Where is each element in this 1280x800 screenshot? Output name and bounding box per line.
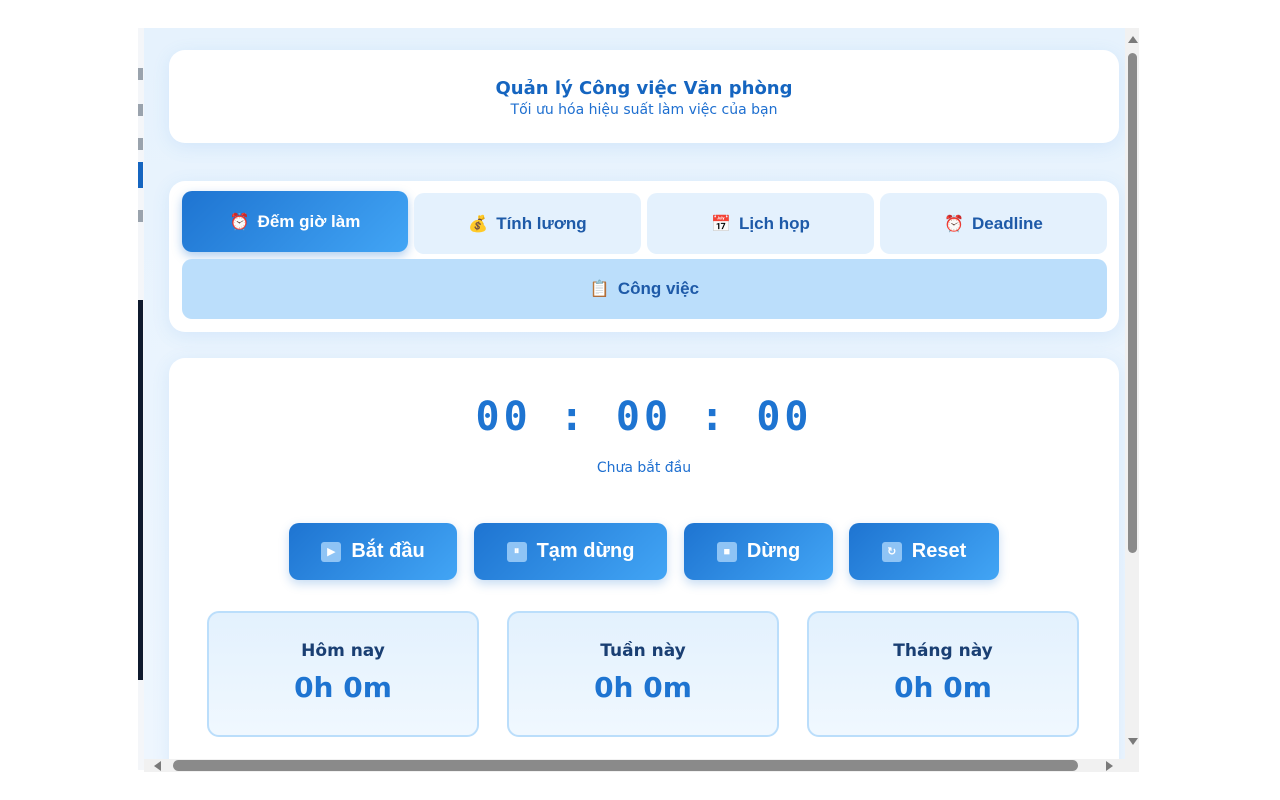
- stat-value: 0h 0m: [594, 671, 692, 704]
- vertical-scroll-thumb[interactable]: [1128, 53, 1137, 553]
- horizontal-scroll-thumb[interactable]: [173, 760, 1078, 771]
- stop-icon: ■: [716, 541, 737, 562]
- vertical-scrollbar[interactable]: [1125, 28, 1139, 760]
- scroll-left-arrow-icon[interactable]: [154, 761, 161, 771]
- scroll-down-arrow-icon[interactable]: [1128, 738, 1138, 745]
- pause-button-label: Tạm dừng: [536, 540, 635, 562]
- left-edge-accent: [138, 162, 143, 188]
- alarm-clock-icon: ⏰: [944, 215, 965, 233]
- tab-salary[interactable]: 💰 Tính lương: [414, 193, 641, 254]
- money-bag-icon: 💰: [468, 215, 489, 233]
- reset-button[interactable]: ↻ Reset: [849, 523, 999, 580]
- left-edge-mark: [138, 68, 143, 80]
- stop-button-label: Dừng: [746, 540, 801, 562]
- stat-card-week: Tuần này 0h 0m: [507, 611, 779, 737]
- refresh-icon: ↻: [881, 541, 902, 562]
- left-edge-mark: [138, 104, 143, 116]
- stat-label: Tháng này: [893, 641, 993, 661]
- stat-value: 0h 0m: [294, 671, 392, 704]
- stat-value: 0h 0m: [894, 671, 992, 704]
- app-viewport: Quản lý Công việc Văn phòng Tối ưu hóa h…: [144, 28, 1125, 759]
- left-edge-mark: [138, 138, 143, 150]
- app-subtitle: Tối ưu hóa hiệu suất làm việc của bạn: [510, 102, 778, 118]
- tab-bar: ⏰ Đếm giờ làm 💰 Tính lương 📅 Lịch họp ⏰ …: [169, 181, 1119, 332]
- reset-button-label: Reset: [911, 540, 967, 562]
- left-edge-panel: [138, 300, 143, 680]
- left-edge-mark: [138, 210, 143, 222]
- timer-panel: 00 : 00 : 00 Chưa bắt đầu ▶ Bắt đầu ⏸ Tạ…: [169, 358, 1119, 759]
- stat-card-today: Hôm nay 0h 0m: [207, 611, 479, 737]
- tab-label: Lịch họp: [739, 213, 810, 233]
- tab-label: Deadline: [972, 213, 1043, 233]
- tab-tasks[interactable]: 📋 Công việc: [182, 259, 1107, 319]
- scrollbar-corner: [1125, 759, 1139, 772]
- stop-button[interactable]: ■ Dừng: [684, 523, 833, 580]
- pause-icon: ⏸: [506, 541, 527, 562]
- horizontal-scrollbar[interactable]: [144, 759, 1125, 772]
- stat-label: Tuần này: [600, 641, 686, 661]
- play-icon: ▶: [321, 541, 342, 562]
- scroll-up-arrow-icon[interactable]: [1128, 36, 1138, 43]
- tab-label: Đếm giờ làm: [257, 211, 361, 231]
- tab-label: Công việc: [617, 279, 700, 298]
- timer-status: Chưa bắt đầu: [596, 460, 692, 476]
- start-button[interactable]: ▶ Bắt đầu: [289, 523, 457, 580]
- app-title: Quản lý Công việc Văn phòng: [495, 78, 793, 99]
- stat-card-month: Tháng này 0h 0m: [807, 611, 1079, 737]
- tab-meetings[interactable]: 📅 Lịch họp: [647, 193, 874, 254]
- app-header: Quản lý Công việc Văn phòng Tối ưu hóa h…: [169, 50, 1119, 143]
- start-button-label: Bắt đầu: [351, 540, 425, 562]
- clipboard-icon: 📋: [589, 281, 610, 298]
- pause-button[interactable]: ⏸ Tạm dừng: [474, 523, 667, 580]
- stat-label: Hôm nay: [301, 641, 385, 661]
- tab-label: Tính lương: [496, 213, 587, 233]
- scroll-right-arrow-icon[interactable]: [1106, 761, 1113, 771]
- tab-work-timer[interactable]: ⏰ Đếm giờ làm: [182, 191, 408, 252]
- timer-display: 00 : 00 : 00: [475, 394, 813, 440]
- tab-deadline[interactable]: ⏰ Deadline: [880, 193, 1107, 254]
- calendar-icon: 📅: [711, 215, 732, 233]
- alarm-clock-icon: ⏰: [229, 213, 250, 231]
